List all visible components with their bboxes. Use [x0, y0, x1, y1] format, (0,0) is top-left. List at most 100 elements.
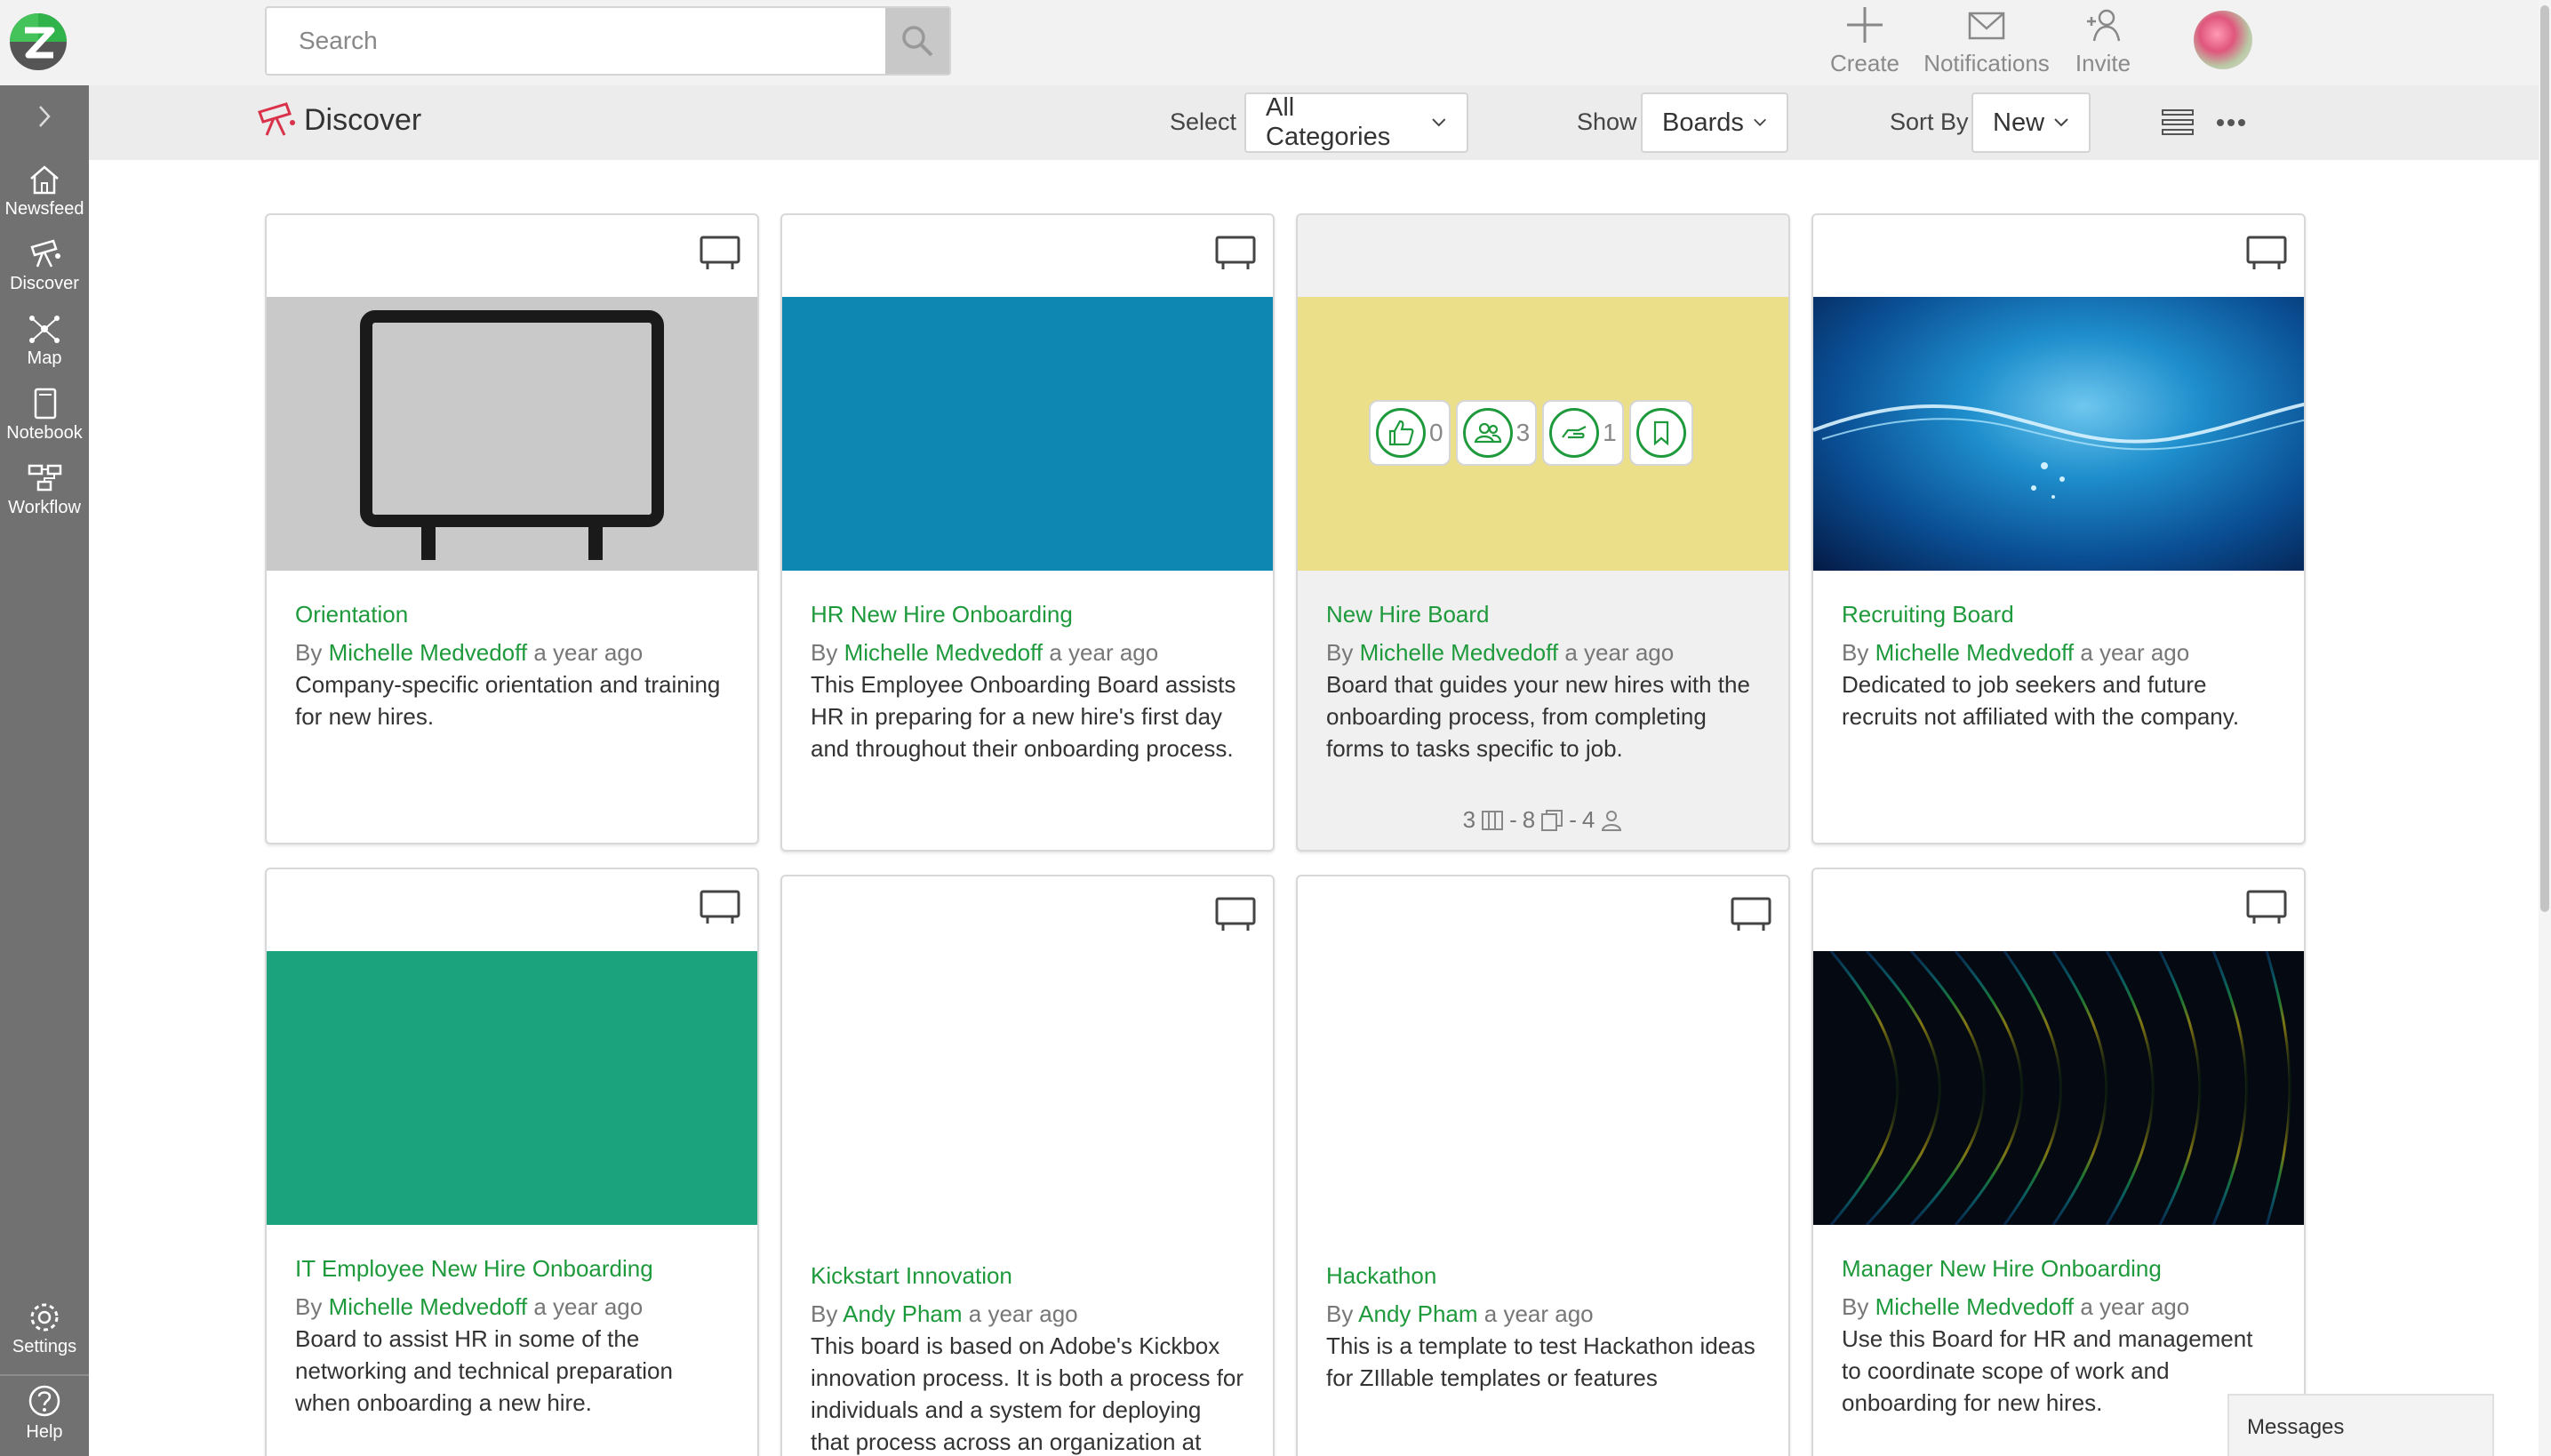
board-icon	[700, 890, 740, 924]
card-by: By	[295, 639, 323, 666]
cards-icon	[1541, 809, 1563, 831]
card-author[interactable]: Michelle Medvedoff	[1360, 639, 1559, 666]
search-button[interactable]	[885, 8, 949, 74]
card-cover-image	[782, 958, 1273, 1232]
card-description: This Employee Onboarding Board assists H…	[811, 671, 1236, 762]
card-cover-image: 0 3 1	[1298, 297, 1788, 571]
sort-dropdown[interactable]: New	[1971, 92, 2091, 153]
card-description: Use this Board for HR and management to …	[1842, 1325, 2253, 1416]
whiteboard-icon	[360, 310, 664, 560]
more-horizontal-icon	[2217, 119, 2245, 126]
app-logo[interactable]	[7, 5, 69, 78]
card-author[interactable]: Andy Pham	[1358, 1300, 1477, 1327]
sidebar-item-settings[interactable]: Settings	[0, 1301, 89, 1372]
board-card[interactable]: Orientation By Michelle Medvedoff a year…	[265, 213, 759, 844]
card-author[interactable]: Michelle Medvedoff	[329, 639, 528, 666]
category-dropdown[interactable]: All Categories	[1244, 92, 1468, 153]
board-card[interactable]: Manager New Hire Onboarding By Michelle …	[1811, 868, 2306, 1456]
board-card[interactable]: Recruiting Board By Michelle Medvedoff a…	[1811, 213, 2306, 844]
card-title[interactable]: HR New Hire Onboarding	[811, 599, 1244, 629]
invite-label: Invite	[2075, 50, 2131, 76]
board-card[interactable]: IT Employee New Hire Onboarding By Miche…	[265, 868, 759, 1456]
card-title[interactable]: IT Employee New Hire Onboarding	[295, 1253, 729, 1284]
user-avatar[interactable]	[2194, 11, 2252, 69]
like-button[interactable]: 0	[1369, 400, 1451, 466]
list-view-button[interactable]	[2160, 105, 2195, 145]
card-author[interactable]: Andy Pham	[843, 1300, 962, 1327]
page-title-text: Discover	[304, 102, 422, 137]
thumbs-up-icon	[1388, 420, 1414, 446]
more-options-button[interactable]	[2213, 105, 2249, 145]
messages-panel-tab[interactable]: Messages	[2227, 1394, 2494, 1456]
sidebar-item-help[interactable]: Help	[0, 1383, 89, 1454]
board-icon	[700, 236, 740, 269]
person-icon	[1602, 810, 1622, 831]
sidebar-item-label: Map	[27, 348, 62, 368]
sidebar-item-discover[interactable]: Discover	[0, 238, 89, 309]
card-time: a year ago	[533, 639, 644, 666]
select-label: Select	[1170, 108, 1237, 135]
card-title[interactable]: Recruiting Board	[1842, 599, 2275, 629]
card-author[interactable]: Michelle Medvedoff	[329, 1293, 528, 1320]
bookmark-button[interactable]	[1628, 400, 1693, 466]
sidebar-item-label: Notebook	[6, 423, 83, 443]
sidebar-item-label: Workflow	[8, 498, 81, 517]
board-card[interactable]: 0 3 1 New Hire Board By Michelle Medvedo…	[1296, 213, 1790, 852]
board-icon	[2246, 890, 2287, 924]
card-time: a year ago	[2080, 639, 2190, 666]
card-description: Board to assist HR in some of the networ…	[295, 1325, 673, 1416]
show-dropdown[interactable]: Boards	[1641, 92, 1788, 153]
board-card[interactable]: HR New Hire Onboarding By Michelle Medve…	[780, 213, 1275, 852]
card-title[interactable]: New Hire Board	[1326, 599, 1760, 629]
card-cover-image	[267, 297, 757, 571]
sidebar-item-map[interactable]: Map	[0, 313, 89, 384]
telescope-icon	[30, 239, 60, 268]
create-button[interactable]: Create	[1824, 5, 1906, 80]
card-time: a year ago	[1483, 1300, 1594, 1327]
card-by: By	[811, 639, 838, 666]
page-scrollbar-thumb[interactable]	[2540, 5, 2549, 912]
sidebar-expand-button[interactable]	[0, 94, 89, 139]
show-label: Show	[1577, 108, 1637, 135]
card-description: This board is based on Adobe's Kickbox i…	[811, 1332, 1244, 1455]
workflow-icon	[28, 464, 62, 492]
share-button[interactable]: 1	[1542, 400, 1624, 466]
notebook-icon	[34, 388, 57, 420]
sidebar-item-label: Discover	[10, 274, 79, 293]
card-time: a year ago	[2080, 1293, 2190, 1320]
card-author[interactable]: Michelle Medvedoff	[1875, 639, 2075, 666]
sidebar-item-newsfeed[interactable]: Newsfeed	[0, 164, 89, 235]
search-input[interactable]	[267, 8, 885, 74]
card-by: By	[295, 1293, 323, 1320]
sidebar-item-workflow[interactable]: Workflow	[0, 462, 89, 533]
sidebar-item-label: Newsfeed	[4, 199, 84, 219]
members-button[interactable]: 3	[1455, 400, 1538, 466]
like-count: 0	[1429, 419, 1443, 446]
sidebar-item-notebook[interactable]: Notebook	[0, 388, 89, 459]
card-author[interactable]: Michelle Medvedoff	[844, 639, 1044, 666]
sidebar-item-label: Settings	[12, 1337, 77, 1356]
top-bar: Create Notifications Invite	[0, 0, 2551, 85]
invite-button[interactable]: Invite	[2067, 5, 2139, 80]
create-label: Create	[1829, 50, 1900, 76]
board-icon	[1731, 897, 1771, 931]
card-cover-image	[782, 297, 1273, 571]
share-count: 1	[1603, 419, 1617, 446]
board-card[interactable]: Kickstart Innovation By Andy Pham a year…	[780, 875, 1275, 1456]
card-title[interactable]: Hackathon	[1326, 1260, 1760, 1291]
add-person-icon	[2087, 9, 2121, 42]
column-count: 3	[1462, 806, 1476, 833]
card-title[interactable]: Manager New Hire Onboarding	[1842, 1253, 2275, 1284]
notifications-button[interactable]: Notifications	[1920, 5, 2053, 80]
search-icon	[902, 26, 933, 57]
card-author[interactable]: Michelle Medvedoff	[1875, 1293, 2075, 1320]
board-icon	[1215, 236, 1256, 269]
card-title[interactable]: Orientation	[295, 599, 729, 629]
search-box	[265, 6, 951, 76]
card-title[interactable]: Kickstart Innovation	[811, 1260, 1244, 1291]
card-description: Company-specific orientation and trainin…	[295, 671, 721, 730]
card-by: By	[1842, 1293, 1869, 1320]
plus-icon	[1847, 7, 1883, 43]
board-icon	[1215, 897, 1256, 931]
board-card[interactable]: Hackathon By Andy Pham a year ago This i…	[1296, 875, 1790, 1456]
